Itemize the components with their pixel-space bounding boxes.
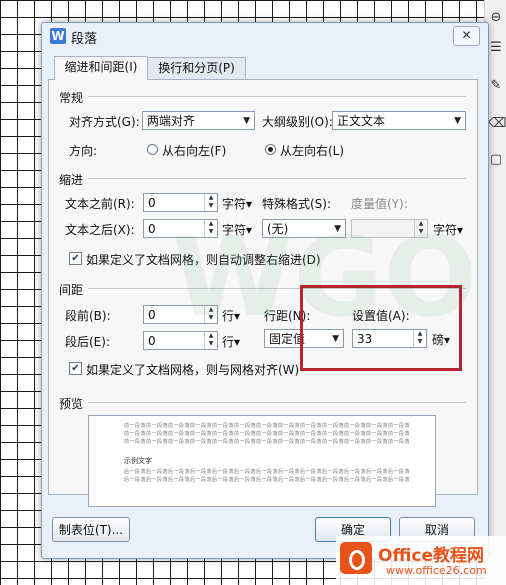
chevron-down-icon: ▼: [243, 116, 250, 126]
indent-before-unit[interactable]: 字符▾: [222, 195, 252, 212]
wps-writer-icon: W: [50, 28, 66, 44]
arrow-down-icon[interactable]: ▼: [415, 228, 427, 236]
arrow-down-icon[interactable]: ▼: [205, 202, 217, 210]
line-spacing-label: 行距(N):: [264, 309, 311, 323]
special-format-label: 特殊格式(S):: [262, 197, 332, 211]
divider: [88, 96, 466, 97]
special-format-value: (无): [267, 222, 289, 236]
measure-spinner[interactable]: ▲ ▼: [351, 219, 428, 238]
outline-level-select[interactable]: 正文文本 ▼: [332, 111, 466, 130]
preview-prev-line: 前一段落前一段落前一段落前一段落前一段落前一段落前一段落前一段落前一段落前一段落…: [124, 423, 411, 429]
spacing-grid-label[interactable]: 如果定义了文档网格，则与网格对齐(W): [86, 361, 299, 378]
tab-indent-spacing[interactable]: 缩进和间距(I): [54, 56, 148, 80]
chevron-down-icon: ▼: [332, 334, 339, 344]
spacing-grid-checkbox[interactable]: ✔: [69, 362, 82, 375]
space-after-label: 段后(E):: [65, 335, 110, 349]
chevron-down-icon: ▼: [454, 116, 461, 126]
preview-next-line: 后一段落后一段落后一段落后一段落后一段落后一段落后一段落后一段落后一段落后一段落…: [124, 469, 411, 475]
arrow-up-icon[interactable]: ▲: [205, 332, 217, 340]
indent-after-label: 文本之后(X):: [65, 223, 135, 237]
brand-url: www.office26.com: [386, 564, 487, 577]
arrow-up-icon[interactable]: ▲: [414, 330, 426, 338]
alignment-value: 两端对齐: [147, 114, 196, 128]
measure-label: 度量值(Y):: [351, 197, 408, 211]
preview-box: 前一段落前一段落前一段落前一段落前一段落前一段落前一段落前一段落前一段落前一段落…: [88, 415, 436, 507]
preview-sample-text: 示例文字: [124, 457, 152, 465]
brand-title: Office教程网: [378, 546, 485, 566]
indent-after-value: 0: [148, 222, 156, 236]
space-before-spinner[interactable]: 0 ▲ ▼: [143, 305, 218, 324]
arrow-down-icon[interactable]: ▼: [205, 314, 217, 322]
arrow-up-icon[interactable]: ▲: [205, 306, 217, 314]
dialog-titlebar[interactable]: W 段落 ✕: [42, 23, 488, 49]
space-before-value: 0: [148, 308, 156, 322]
set-value-spinner[interactable]: 33 ▲ ▼: [352, 329, 427, 348]
direction-rtl-radio[interactable]: [147, 144, 158, 155]
indent-grid-checkbox[interactable]: ✔: [69, 252, 82, 265]
arrow-down-icon[interactable]: ▼: [205, 228, 217, 236]
alignment-label: 对齐方式(G):: [69, 115, 140, 129]
arrow-up-icon[interactable]: ▲: [205, 220, 217, 228]
space-before-label: 段前(B):: [65, 309, 111, 323]
indent-grid-label[interactable]: 如果定义了文档网格，则自动调整右缩进(D): [86, 251, 321, 268]
outline-level-value: 正文文本: [337, 114, 386, 128]
frame-icon[interactable]: ▢: [488, 152, 504, 168]
special-format-select[interactable]: (无) ▼: [262, 219, 346, 238]
format-icon[interactable]: ☰: [488, 40, 504, 56]
office-logo-icon: [340, 542, 372, 574]
preview-next-line: 后一段落后一段落后一段落后一段落后一段落后一段落后一段落后一段落后一段落后一段落…: [124, 477, 411, 483]
direction-ltr-label[interactable]: 从左向右(L): [280, 142, 344, 159]
site-brand: Office教程网 www.office26.com: [336, 536, 506, 585]
set-value-value: 33: [357, 332, 373, 346]
measure-unit[interactable]: 字符▾: [433, 221, 463, 238]
divider: [88, 402, 466, 403]
close-button[interactable]: ✕: [453, 26, 480, 46]
minus-circle-icon[interactable]: ⊖: [488, 10, 504, 26]
arrow-down-icon[interactable]: ▼: [205, 340, 217, 348]
set-value-label: 设置值(A):: [352, 309, 410, 323]
spacing-group-title: 间距: [59, 283, 84, 297]
brush-icon[interactable]: ✎: [488, 78, 504, 94]
line-spacing-value: 固定值: [269, 332, 306, 346]
line-spacing-select[interactable]: 固定值 ▼: [264, 329, 344, 348]
preview-prev-line: 前一段落前一段落前一段落前一段落前一段落前一段落前一段落前一段落前一段落前一段落…: [124, 431, 411, 437]
general-group-title: 常规: [59, 91, 84, 105]
eraser-icon[interactable]: ⌫: [488, 116, 506, 132]
preview-prev-line: 前一段落前一段落前一段落前一段落前一段落前一段落前一段落前一段落前一段落前一段落…: [124, 439, 411, 445]
direction-rtl-label[interactable]: 从右向左(F): [162, 142, 226, 159]
divider: [88, 288, 466, 289]
space-before-unit[interactable]: 行▾: [222, 307, 240, 324]
indent-before-spinner[interactable]: 0 ▲ ▼: [143, 193, 218, 212]
space-after-unit[interactable]: 行▾: [222, 333, 240, 350]
preview-group-title: 预览: [59, 397, 84, 411]
indent-after-unit[interactable]: 字符▾: [222, 221, 252, 238]
outline-level-label: 大纲级别(O):: [262, 115, 333, 129]
set-value-unit[interactable]: 磅▾: [432, 331, 450, 348]
indent-before-label: 文本之前(R):: [65, 197, 135, 211]
tab-line-page-breaks[interactable]: 换行和分页(P): [147, 57, 246, 80]
indent-before-value: 0: [148, 196, 156, 210]
indent-after-spinner[interactable]: 0 ▲ ▼: [143, 219, 218, 238]
direction-label: 方向:: [69, 144, 98, 158]
alignment-select[interactable]: 两端对齐 ▼: [142, 111, 255, 130]
paragraph-dialog: W 段落 ✕ 缩进和间距(I) 换行和分页(P) 常规 对齐方式(G): 两端对…: [41, 22, 489, 559]
dialog-title: 段落: [71, 32, 98, 47]
indent-group-title: 缩进: [59, 173, 84, 187]
direction-ltr-radio[interactable]: [265, 144, 276, 155]
arrow-up-icon[interactable]: ▲: [205, 194, 217, 202]
space-after-spinner[interactable]: 0 ▲ ▼: [143, 331, 218, 350]
space-after-value: 0: [148, 334, 156, 348]
divider: [88, 178, 466, 179]
arrow-up-icon[interactable]: ▲: [415, 220, 427, 228]
tab-stops-button[interactable]: 制表位(T)...: [52, 517, 130, 542]
chevron-down-icon: ▼: [334, 224, 341, 234]
arrow-down-icon[interactable]: ▼: [414, 338, 426, 346]
